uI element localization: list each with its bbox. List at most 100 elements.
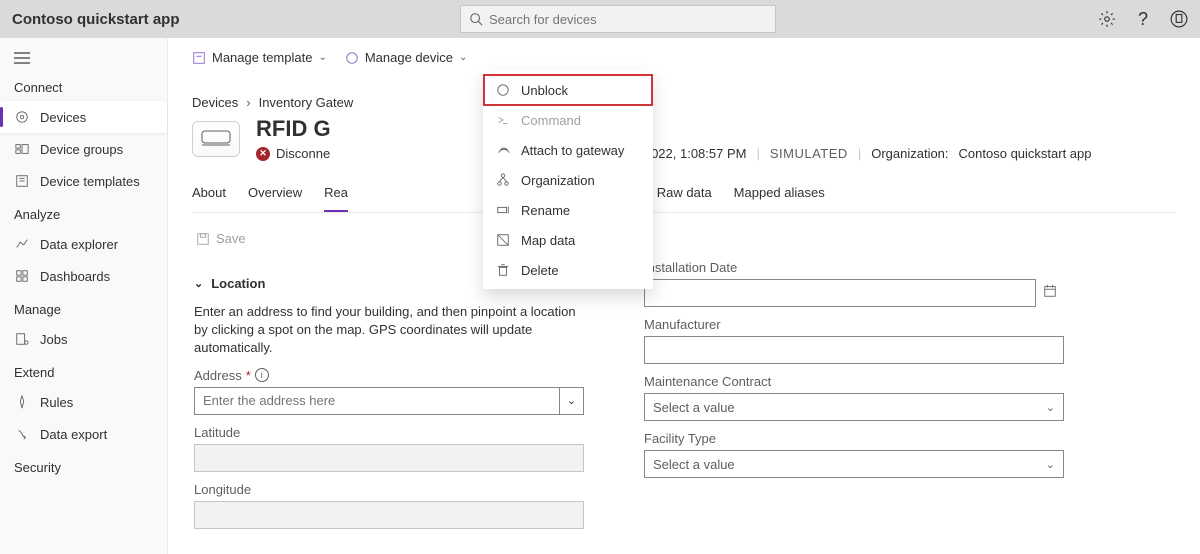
command-icon xyxy=(495,112,511,128)
sidebar-item-label: Data export xyxy=(40,427,107,442)
section-location-label: Location xyxy=(211,276,265,291)
meta-separator: | xyxy=(756,146,759,161)
maint-contract-label: Maintenance Contract xyxy=(644,374,1064,389)
menu-item-label: Organization xyxy=(521,173,595,188)
disconnected-icon: ✕ xyxy=(256,147,270,161)
location-helper-text: Enter an address to find your building, … xyxy=(194,303,584,358)
menu-item-label: Rename xyxy=(521,203,570,218)
select-placeholder: Select a value xyxy=(653,457,735,472)
nav-section-manage: Manage xyxy=(0,292,167,323)
manufacturer-label: Manufacturer xyxy=(644,317,1064,332)
devices-icon xyxy=(14,109,30,125)
required-asterisk: * xyxy=(246,368,251,383)
latitude-input xyxy=(194,444,584,472)
tab-overview[interactable]: Overview xyxy=(248,179,302,212)
device-templates-icon xyxy=(14,173,30,189)
install-date-label: Installation Date xyxy=(644,260,1064,275)
sidebar-item-data-explorer[interactable]: Data explorer xyxy=(0,228,167,260)
manage-device-menu: Unblock Command Attach to gateway Organi… xyxy=(483,71,653,289)
dashboards-icon xyxy=(14,268,30,284)
sidebar-item-label: Devices xyxy=(40,110,86,125)
nav-section-security: Security xyxy=(0,450,167,481)
chevron-down-icon: ⌄ xyxy=(318,52,326,63)
search-box[interactable] xyxy=(460,5,776,33)
menu-item-label: Map data xyxy=(521,233,575,248)
menu-item-attach[interactable]: Attach to gateway xyxy=(483,135,653,165)
form-area: Save ⌄ Location Enter an address to find… xyxy=(192,227,1176,549)
device-status-text: Disconne xyxy=(276,146,330,161)
menu-item-command: Command xyxy=(483,105,653,135)
nav-section-connect: Connect xyxy=(0,70,167,101)
device-title: RFID G xyxy=(256,116,331,142)
facility-type-select[interactable]: Select a value ⌄ xyxy=(644,450,1064,478)
menu-item-unblock[interactable]: Unblock xyxy=(483,74,653,106)
device-tabs: About Overview Rea Devices Commands Raw … xyxy=(192,179,1176,213)
tab-rawdata[interactable]: Raw data xyxy=(657,179,712,212)
menu-item-delete[interactable]: Delete xyxy=(483,255,653,285)
manage-device-button[interactable]: Manage device ⌄ xyxy=(345,50,468,65)
menu-item-label: Delete xyxy=(521,263,559,278)
device-meta: 7/2022, 1:08:57 PM | SIMULATED | Organiz… xyxy=(633,146,1092,161)
sidebar-item-data-export[interactable]: Data export xyxy=(0,418,167,450)
settings-icon[interactable] xyxy=(1098,10,1116,28)
sidebar-item-device-groups[interactable]: Device groups xyxy=(0,133,167,165)
address-label: Address * i xyxy=(194,368,584,383)
device-status-row: ✕ Disconne xyxy=(256,146,331,161)
topbar: Contoso quickstart app ? xyxy=(0,0,1200,38)
rename-icon xyxy=(495,202,511,218)
delete-icon xyxy=(495,262,511,278)
save-label: Save xyxy=(216,231,246,246)
feedback-icon[interactable] xyxy=(1170,10,1188,28)
hamburger-icon[interactable] xyxy=(0,46,167,70)
chevron-down-icon: ⌄ xyxy=(567,394,576,407)
menu-item-label: Command xyxy=(521,113,581,128)
organization-icon xyxy=(495,172,511,188)
sidebar-item-label: Data explorer xyxy=(40,237,118,252)
latitude-label: Latitude xyxy=(194,425,584,440)
sidebar-item-label: Device templates xyxy=(40,174,140,189)
manufacturer-input[interactable] xyxy=(644,336,1064,364)
menu-item-rename[interactable]: Rename xyxy=(483,195,653,225)
help-icon[interactable]: ? xyxy=(1134,10,1152,28)
sidebar-item-label: Jobs xyxy=(40,332,67,347)
device-icon xyxy=(345,51,359,65)
sidebar-item-label: Rules xyxy=(40,395,73,410)
sidebar-item-device-templates[interactable]: Device templates xyxy=(0,165,167,197)
address-input[interactable] xyxy=(194,387,560,415)
main-content: Manage template ⌄ Manage device ⌄ Unbloc… xyxy=(168,38,1200,554)
breadcrumb-root[interactable]: Devices xyxy=(192,95,238,110)
save-icon xyxy=(196,232,210,246)
sidebar-item-dashboards[interactable]: Dashboards xyxy=(0,260,167,292)
sidebar: Connect Devices Device groups Device tem… xyxy=(0,38,168,554)
address-dropdown-toggle[interactable]: ⌄ xyxy=(560,387,584,415)
tab-about[interactable]: About xyxy=(192,179,226,212)
menu-item-organization[interactable]: Organization xyxy=(483,165,653,195)
form-left-col: ⌄ Location Enter an address to find your… xyxy=(194,260,584,529)
jobs-icon xyxy=(14,331,30,347)
manage-template-button[interactable]: Manage template ⌄ xyxy=(192,50,327,65)
tab-mapped[interactable]: Mapped aliases xyxy=(734,179,825,212)
save-button[interactable]: Save xyxy=(194,227,248,250)
command-bar: Manage template ⌄ Manage device ⌄ xyxy=(192,50,1176,65)
breadcrumb-item[interactable]: Inventory Gatew xyxy=(259,95,354,110)
info-icon[interactable]: i xyxy=(255,368,269,382)
sidebar-item-jobs[interactable]: Jobs xyxy=(0,323,167,355)
chevron-down-icon: ⌄ xyxy=(1046,458,1055,471)
device-header: RFID G ✕ Disconne 7/2022, 1:08:57 PM | S… xyxy=(192,116,1176,161)
device-org-label: Organization: xyxy=(871,146,948,161)
template-icon xyxy=(192,51,206,65)
sidebar-item-devices[interactable]: Devices xyxy=(0,101,167,133)
menu-item-mapdata[interactable]: Map data xyxy=(483,225,653,255)
device-org-value: Contoso quickstart app xyxy=(959,146,1092,161)
longitude-label: Longitude xyxy=(194,482,584,497)
search-wrap xyxy=(460,5,776,33)
install-date-input[interactable] xyxy=(644,279,1036,307)
device-groups-icon xyxy=(14,141,30,157)
menu-item-label: Attach to gateway xyxy=(521,143,624,158)
facility-type-label: Facility Type xyxy=(644,431,1064,446)
sidebar-item-rules[interactable]: Rules xyxy=(0,386,167,418)
search-input[interactable] xyxy=(489,12,767,27)
maint-contract-select[interactable]: Select a value ⌄ xyxy=(644,393,1064,421)
tab-rea[interactable]: Rea xyxy=(324,179,348,212)
calendar-icon[interactable] xyxy=(1036,275,1064,307)
